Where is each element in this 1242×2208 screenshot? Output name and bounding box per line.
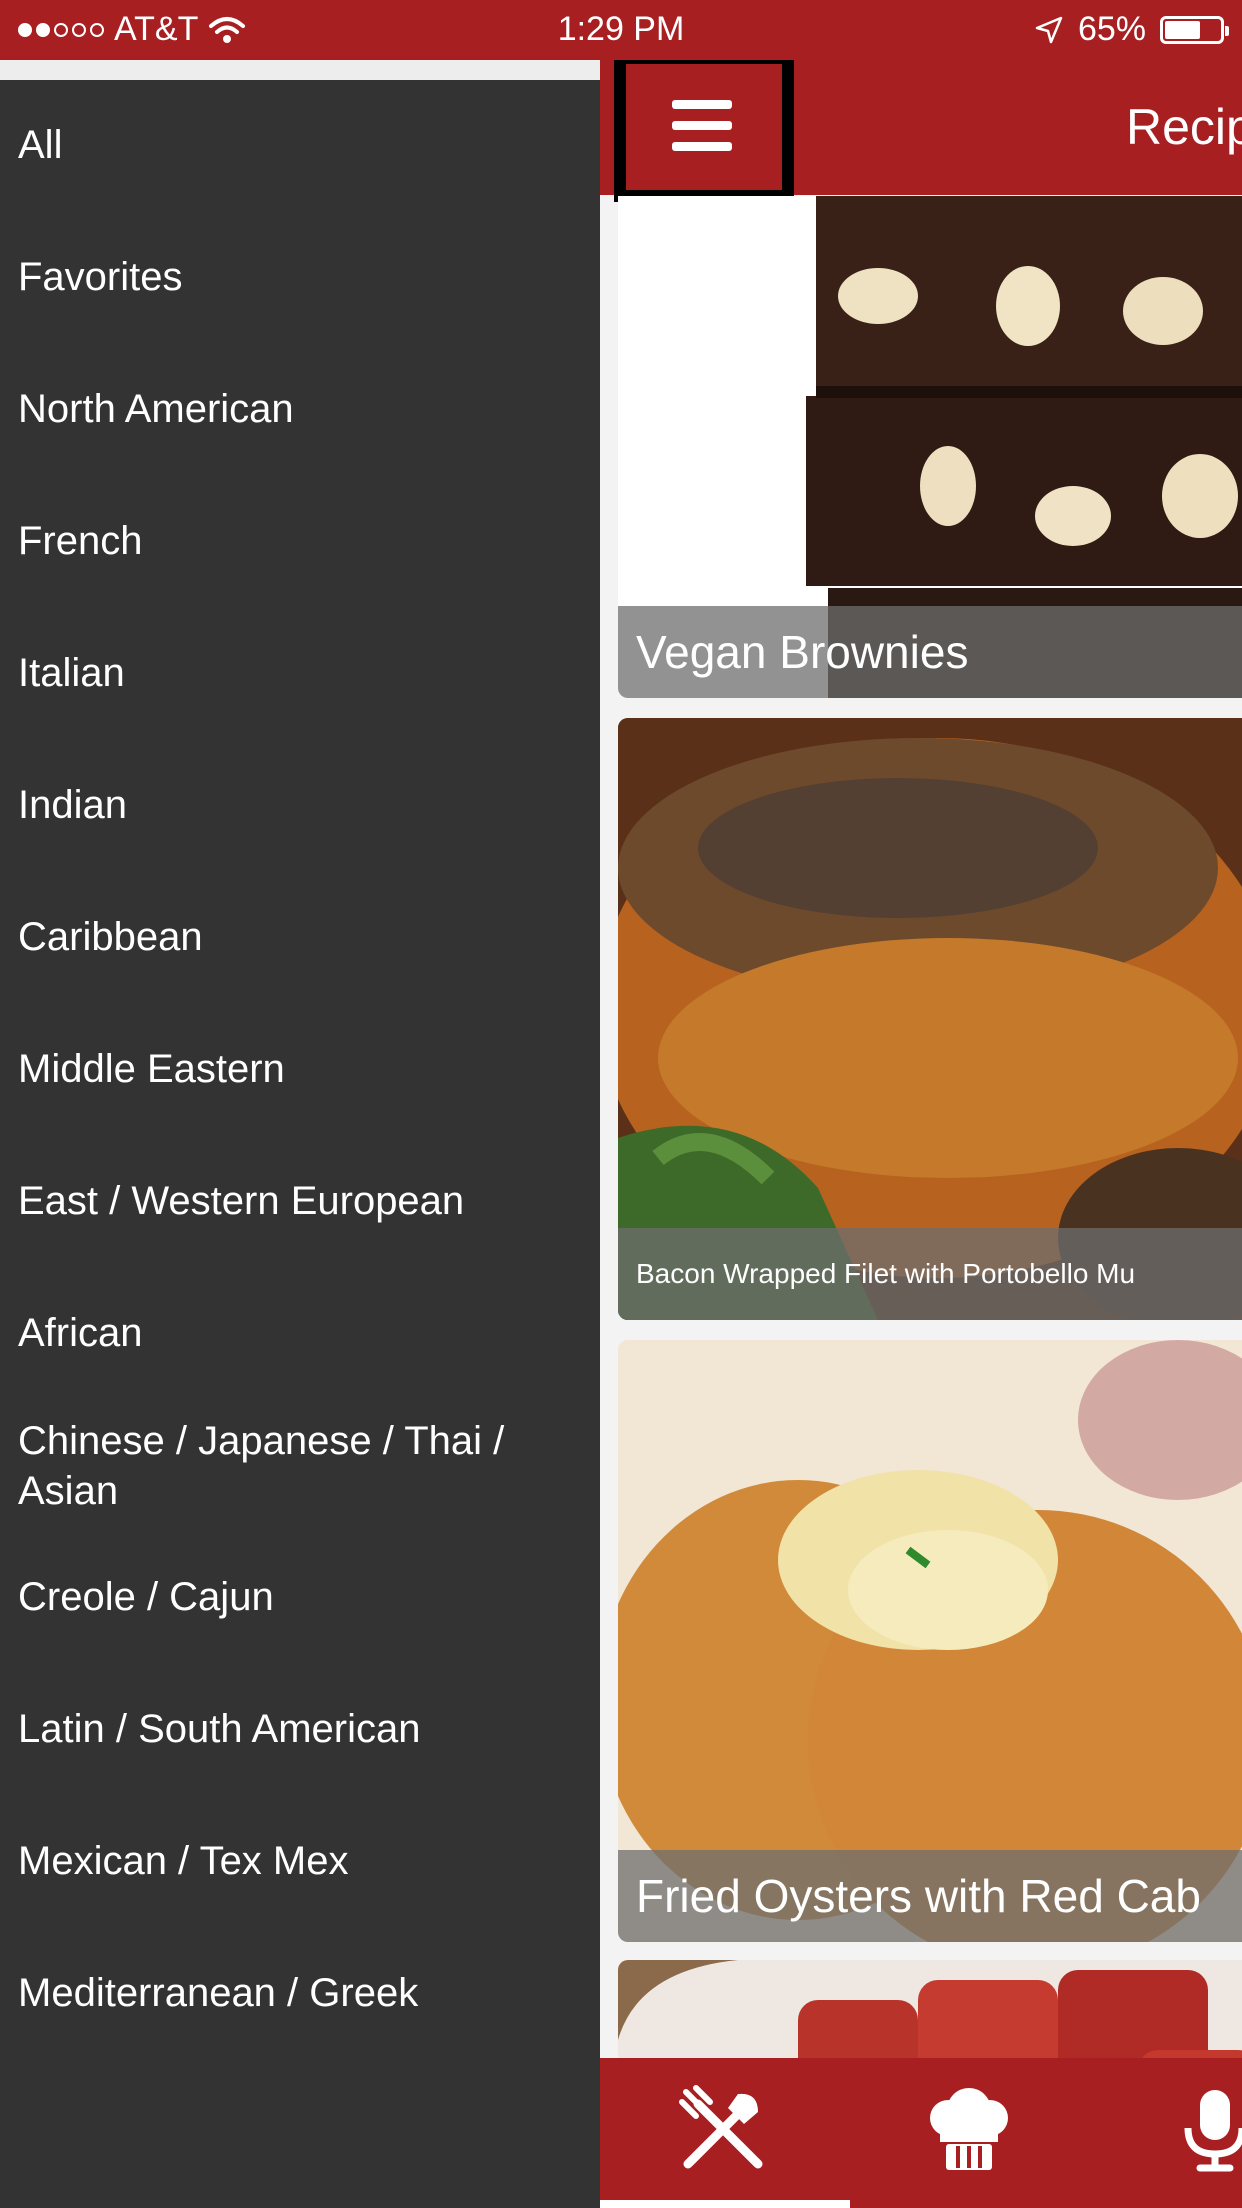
tab-chef[interactable] (864, 2058, 1074, 2208)
recipe-title: Vegan Brownies (618, 606, 1242, 698)
chef-hat-icon (930, 2088, 1008, 2170)
menu-item-latin-south-american[interactable]: Latin / South American (18, 1704, 578, 1754)
recipe-title: Bacon Wrapped Filet with Portobello Mu (618, 1228, 1242, 1320)
status-right: 65% (1034, 10, 1229, 49)
utensils-icon (679, 2085, 763, 2169)
category-side-menu: All Favorites North American French Ital… (0, 80, 600, 2208)
microphone-icon (1184, 2090, 1242, 2172)
status-bar: AT&T 1:29 PM 65% (0, 0, 1242, 60)
selected-tab-indicator (600, 2200, 850, 2208)
menu-item-favorites[interactable]: Favorites (18, 252, 578, 302)
menu-toggle-button[interactable] (614, 60, 794, 202)
bottom-tab-bar (600, 2058, 1242, 2208)
recipe-list-panel: Recip Vegan Brownies Bacon Wrapped Filet… (600, 60, 1242, 2208)
battery-percentage: 65% (1077, 10, 1146, 48)
menu-item-middle-eastern[interactable]: Middle Eastern (18, 1044, 578, 1094)
navigation-bar: Recip (600, 60, 1242, 202)
menu-item-east-western-european[interactable]: East / Western European (18, 1176, 578, 1226)
menu-item-french[interactable]: French (18, 516, 578, 566)
recipe-card[interactable]: Vegan Brownies (618, 196, 1242, 698)
menu-item-all[interactable]: All (18, 120, 578, 170)
recipe-card[interactable]: Bacon Wrapped Filet with Portobello Mu (618, 718, 1242, 1320)
menu-item-african[interactable]: African (18, 1308, 578, 1358)
tab-voice[interactable] (1110, 2058, 1242, 2208)
menu-item-asian[interactable]: Chinese / Japanese / Thai / Asian (18, 1416, 578, 1516)
menu-item-north-american[interactable]: North American (18, 384, 578, 434)
menu-item-mexican-tex-mex[interactable]: Mexican / Tex Mex (18, 1836, 578, 1886)
recipe-title: Fried Oysters with Red Cab (618, 1850, 1242, 1942)
battery-icon (1160, 15, 1229, 44)
menu-item-italian[interactable]: Italian (18, 648, 578, 698)
menu-item-caribbean[interactable]: Caribbean (18, 912, 578, 962)
hamburger-icon (672, 100, 732, 163)
recipe-card[interactable]: Fried Oysters with Red Cab (618, 1340, 1242, 1942)
location-arrow-icon (1035, 16, 1063, 43)
menu-item-creole-cajun[interactable]: Creole / Cajun (18, 1572, 578, 1622)
menu-item-mediterranean-greek[interactable]: Mediterranean / Greek (18, 1968, 578, 2018)
menu-item-indian[interactable]: Indian (18, 780, 578, 830)
page-title: Recip (1126, 99, 1242, 155)
tab-recipes[interactable] (618, 2058, 828, 2208)
